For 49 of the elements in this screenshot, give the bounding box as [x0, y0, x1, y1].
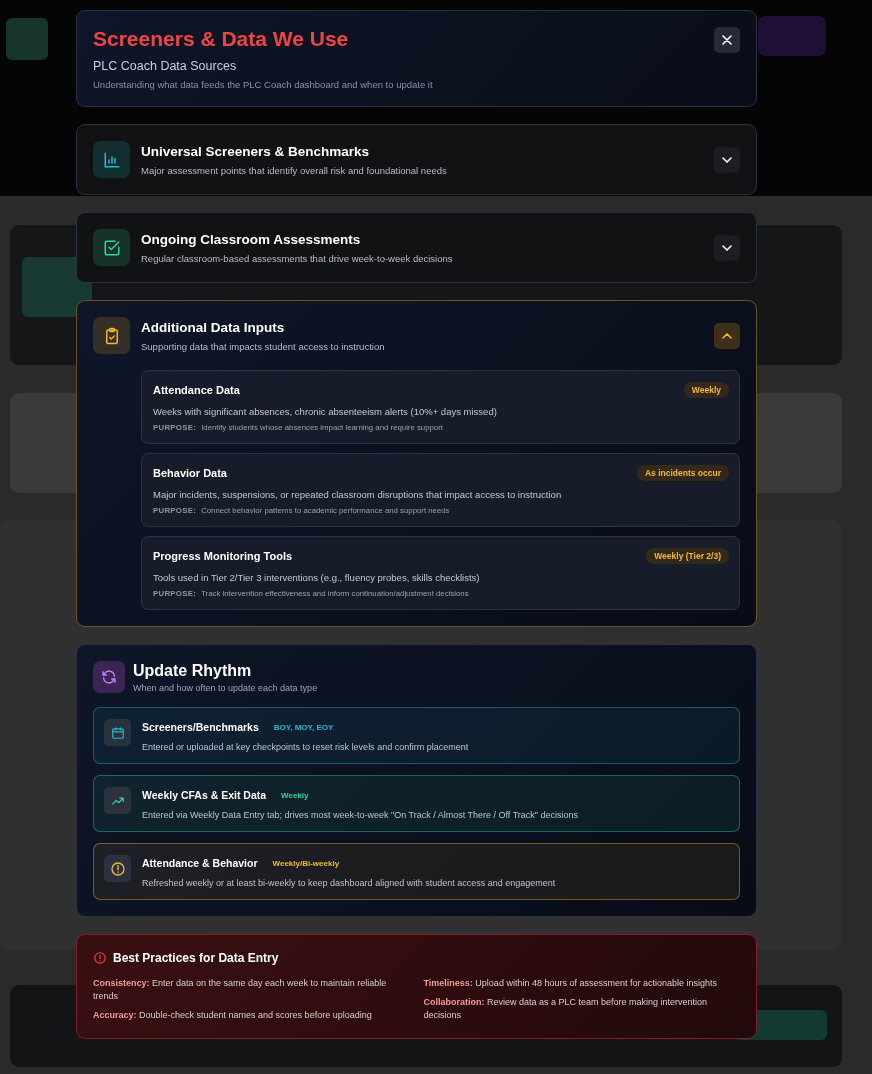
bar-chart-icon: [102, 150, 121, 169]
chevron-icon: [722, 332, 732, 339]
best-practices-title: Best Practices for Data Entry: [113, 951, 279, 965]
data-input-description: Weeks with significant absences, chronic absenteeism alerts (10%+ days missed): [153, 406, 498, 417]
rhythm-title: Update Rhythm: [133, 661, 253, 680]
section-title: Additional Data Inputs: [141, 319, 286, 335]
calendar-icon: [110, 725, 125, 740]
frequency-label: Weekly/Bi-weekly: [272, 858, 340, 868]
data-input-description: Major incidents, suspensions, or repeated classroom disruptions that impact access to instruction: [153, 489, 563, 500]
expand-button[interactable]: [714, 234, 740, 261]
modal-description: Understanding what data feeds the PLC Coach dashboard and when to update it: [93, 79, 433, 90]
refresh-icon: [101, 669, 117, 685]
rhythm-subtitle: When and how often to update each data type: [133, 682, 318, 693]
data-input-description: Tools used in Tier 2/Tier 3 interventions (e.g., fluency probes, skills checklists): [153, 572, 481, 583]
practice-text: Timeliness: Upload within 48 hours of assessment for actionable insights: [423, 977, 718, 990]
frequency-badge: As incidents occur: [636, 465, 729, 481]
alert-icon: [109, 860, 126, 877]
practice-text: Accuracy: Double-check student names and scores before uploading: [93, 1009, 373, 1023]
close-icon: [722, 35, 732, 45]
rhythm-item-title: Weekly CFAs & Exit Data: [142, 789, 267, 801]
rhythm-item-title: Attendance & Behavior: [142, 857, 258, 869]
rhythm-item-title: Screeners/Benchmarks: [142, 721, 259, 733]
chevron-icon: [722, 156, 732, 163]
section-description: Major assessment points that identify overall risk and foundational needs: [141, 164, 448, 176]
rhythm-item-description: Refreshed weekly or at least bi-weekly to keep dashboard aligned with student access and engagement: [142, 878, 556, 888]
practice-text: Consistency: Enter data on the same day each week to maintain reliable trends: [93, 977, 388, 1004]
dimmed-logo-tile: [6, 18, 48, 60]
frequency-badge: Weekly (Tier 2/3): [646, 548, 729, 564]
checkbox-icon: [102, 238, 121, 257]
section-description: Supporting data that impacts student access to instruction: [141, 340, 386, 352]
data-input-title: Attendance Data: [153, 384, 240, 396]
modal-subtitle: PLC Coach Data Sources: [93, 59, 238, 73]
alert-icon: [93, 951, 107, 965]
expand-button[interactable]: [714, 146, 740, 173]
rhythm-item-description: Entered via Weekly Data Entry tab; drives most week-to-week "On Track / Almost There / Off Track" decisions: [142, 810, 579, 820]
modal-title: Screeners & Data We Use: [93, 27, 350, 51]
expand-button[interactable]: [714, 322, 740, 349]
frequency-label: BOY, MOY, EOY: [273, 722, 334, 732]
chevron-icon: [722, 244, 732, 251]
section-description: Regular classroom-based assessments that drive week-to-week decisions: [141, 252, 454, 264]
data-input-title: Progress Monitoring Tools: [153, 550, 293, 562]
section-title: Ongoing Classroom Assessments: [141, 231, 362, 247]
rhythm-item-description: Entered or uploaded at key checkpoints to reset risk levels and confirm placement: [142, 742, 469, 752]
frequency-label: Weekly: [281, 790, 309, 800]
close-button[interactable]: [714, 27, 740, 53]
frequency-badge: Weekly: [683, 382, 729, 398]
practice-text: Collaboration: Review data as a PLC team before making intervention decisions: [423, 996, 709, 1023]
data-input-title: Behavior Data: [153, 467, 227, 479]
section-title: Universal Screeners & Benchmarks: [141, 143, 371, 159]
